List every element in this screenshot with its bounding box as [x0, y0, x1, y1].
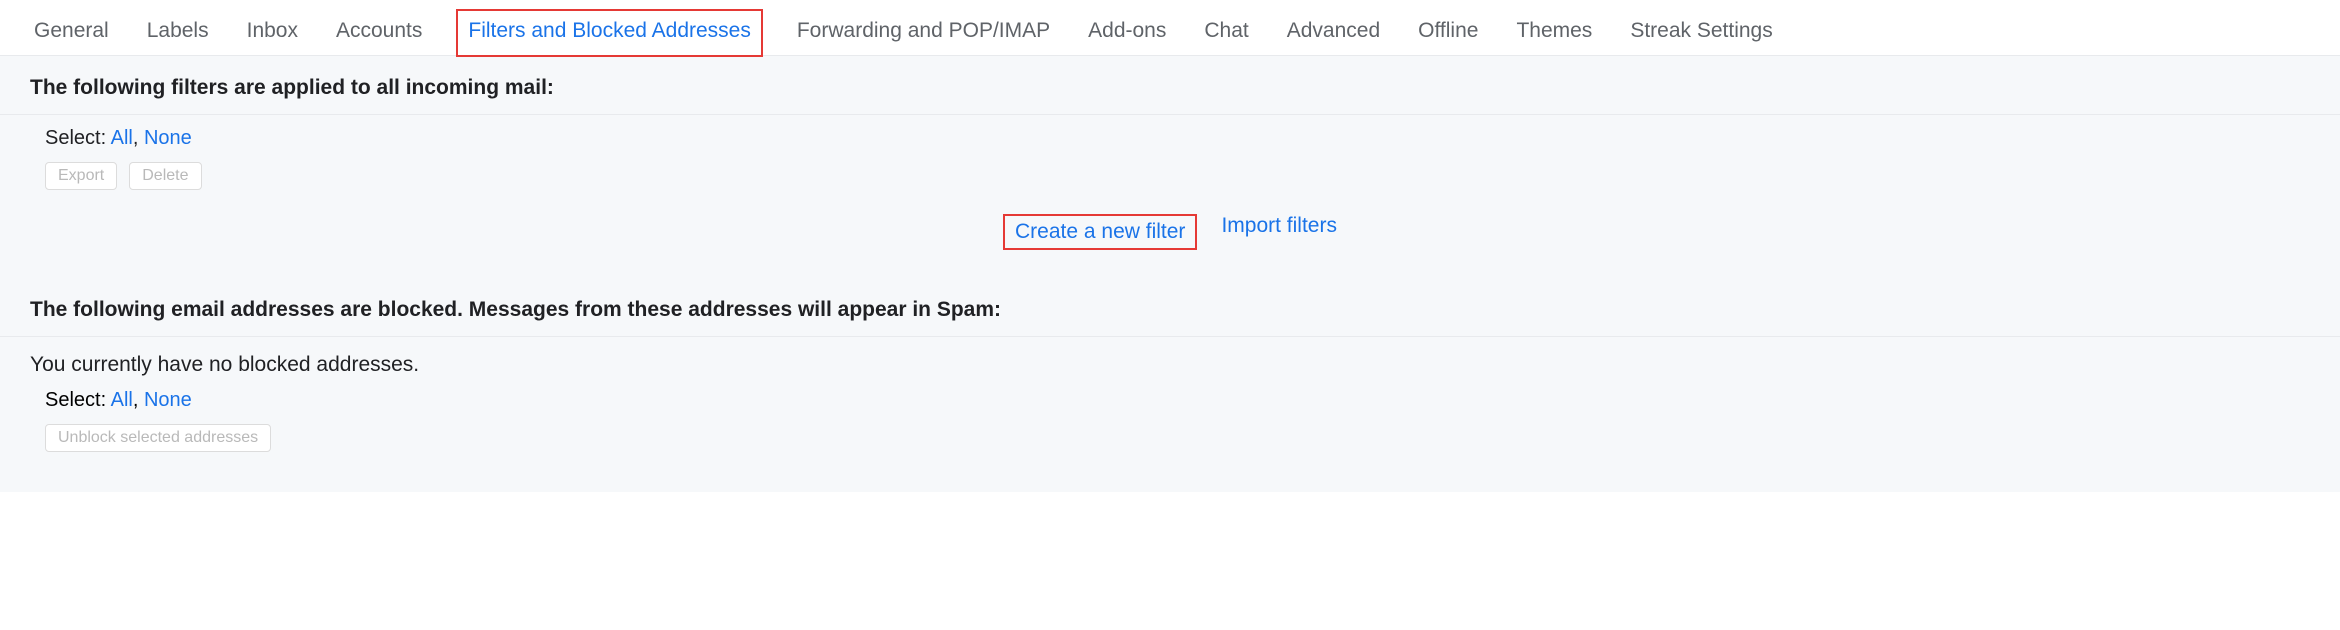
select-none-link[interactable]: None [144, 127, 192, 149]
filter-action-links: Create a new filter Import filters [0, 190, 2340, 278]
tab-labels[interactable]: Labels [143, 9, 213, 57]
tab-addons[interactable]: Add-ons [1084, 9, 1170, 57]
unblock-selected-button[interactable]: Unblock selected addresses [45, 424, 271, 452]
create-new-filter-link[interactable]: Create a new filter [1003, 214, 1197, 250]
filters-section-header: The following filters are applied to all… [0, 56, 2340, 115]
tab-advanced[interactable]: Advanced [1283, 9, 1384, 57]
export-button[interactable]: Export [45, 162, 117, 190]
blocked-select-all-link[interactable]: All [111, 389, 133, 411]
filters-section-body: Select: All, None Export Delete [0, 115, 2340, 190]
no-blocked-addresses-text: You currently have no blocked addresses. [0, 337, 2340, 389]
select-label: Select: [45, 389, 106, 411]
blocked-section-header: The following email addresses are blocke… [0, 278, 2340, 337]
filters-button-row: Export Delete [45, 158, 2310, 190]
tab-accounts[interactable]: Accounts [332, 9, 426, 57]
tab-offline[interactable]: Offline [1414, 9, 1482, 57]
tab-forwarding[interactable]: Forwarding and POP/IMAP [793, 9, 1054, 57]
blocked-select-none-link[interactable]: None [144, 389, 192, 411]
delete-button[interactable]: Delete [129, 162, 201, 190]
tab-general[interactable]: General [30, 9, 113, 57]
settings-tabs: General Labels Inbox Accounts Filters an… [0, 0, 2340, 56]
import-filters-link[interactable]: Import filters [1221, 214, 1337, 250]
tab-streak-settings[interactable]: Streak Settings [1626, 9, 1776, 57]
tab-inbox[interactable]: Inbox [243, 9, 302, 57]
tab-filters-and-blocked[interactable]: Filters and Blocked Addresses [456, 9, 762, 57]
blocked-section-body: Select: All, None Unblock selected addre… [0, 389, 2340, 452]
tab-themes[interactable]: Themes [1512, 9, 1596, 57]
blocked-button-row: Unblock selected addresses [45, 420, 2310, 452]
filters-select-row: Select: All, None [45, 127, 2310, 158]
select-label: Select: [45, 127, 106, 149]
select-all-link[interactable]: All [111, 127, 133, 149]
blocked-select-row: Select: All, None [45, 389, 2310, 420]
settings-content: The following filters are applied to all… [0, 56, 2340, 492]
tab-chat[interactable]: Chat [1200, 9, 1252, 57]
